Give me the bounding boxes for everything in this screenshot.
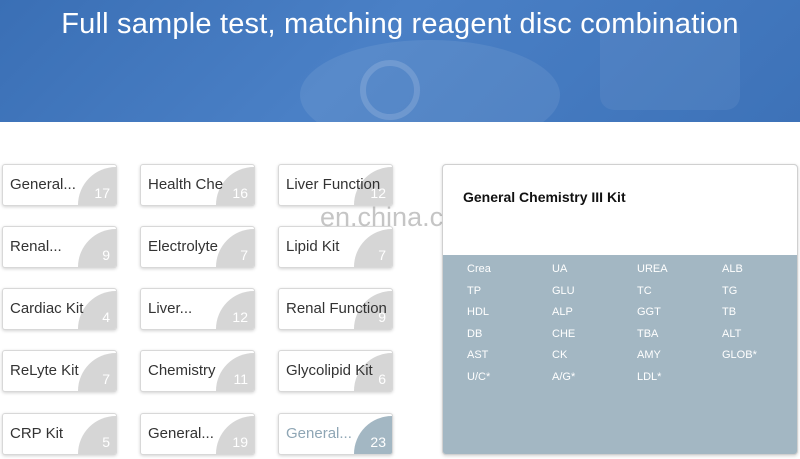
kit-card[interactable]: Liver Function 12 [278, 164, 393, 206]
test-item: AMY [637, 349, 661, 361]
kit-detail-header: General Chemistry III Kit [443, 165, 797, 255]
kit-detail-panel: General Chemistry III Kit Crea UA UREA ALB T… [442, 164, 798, 455]
test-item: GLOB* [722, 349, 757, 361]
kit-detail-title: General Chemistry III Kit [463, 189, 626, 205]
banner-decoration [300, 40, 560, 122]
test-item: TG [722, 284, 738, 297]
kit-card[interactable]: Renal... 9 [2, 226, 117, 268]
test-item: ALP [552, 306, 573, 318]
header-banner: Full sample test, matching reagent disc … [0, 0, 800, 122]
kit-card-count: 23 [370, 434, 386, 450]
kit-card-count: 7 [240, 247, 248, 263]
test-item: A/G* [552, 370, 576, 383]
test-item: Crea [467, 263, 491, 275]
test-item: UA [552, 263, 568, 275]
kit-card-count: 9 [102, 247, 110, 263]
test-item: LDL* [637, 370, 662, 383]
kit-card-count: 4 [102, 309, 110, 325]
kit-card[interactable]: General... 23 [278, 413, 393, 455]
test-item: AST [467, 349, 489, 361]
kit-card-count: 11 [233, 371, 248, 387]
test-item: HDL [467, 306, 490, 318]
kit-card-count: 12 [232, 309, 248, 325]
kit-card[interactable]: Cardiac Kit 4 [2, 288, 117, 330]
kit-card[interactable]: Health Che 16 [140, 164, 255, 206]
kit-card[interactable]: Electrolyte 7 [140, 226, 255, 268]
kit-card[interactable]: CRP Kit 5 [2, 413, 117, 455]
test-item: ALB [722, 263, 743, 275]
kit-card[interactable]: Liver... 12 [140, 288, 255, 330]
watermark: en.china.cn [320, 202, 459, 232]
test-item: UREA [637, 263, 668, 275]
test-item-grid: Crea UA UREA ALB TP GLU TC TG HDL ALP GGT TB DB CHE TB… [467, 263, 797, 392]
test-item: U/C* [467, 370, 491, 383]
kit-card[interactable]: General... 17 [2, 164, 117, 206]
test-item: TP [467, 284, 482, 297]
kit-card-count: 7 [378, 247, 386, 263]
kit-card[interactable]: Glycolipid Kit 6 [278, 350, 393, 392]
banner-decoration [360, 60, 420, 120]
test-item: GLU [552, 284, 575, 297]
test-item: CK [552, 349, 568, 361]
test-item: TB [722, 306, 737, 318]
test-item: TBA [637, 327, 659, 340]
kit-card[interactable]: ReLyte Kit 7 [2, 350, 117, 392]
kit-card-count: 16 [232, 185, 248, 201]
kit-card-count: 7 [102, 371, 110, 387]
kit-card[interactable]: Chemistry 11 [140, 350, 255, 392]
kit-card-count: 9 [378, 309, 386, 325]
kit-card-count: 17 [94, 185, 110, 201]
test-item: DB [467, 327, 483, 340]
page-title: Full sample test, matching reagent disc … [61, 8, 739, 40]
kit-card-count: 6 [378, 371, 386, 387]
test-item: ALT [722, 327, 742, 340]
test-item: CHE [552, 327, 576, 340]
kit-card-count: 12 [370, 185, 386, 201]
kit-card-count: 19 [232, 434, 248, 450]
test-item: GGT [637, 306, 661, 318]
test-item: TC [637, 284, 652, 297]
kit-card[interactable]: General... 19 [140, 413, 255, 455]
kit-card-count: 5 [102, 434, 110, 450]
kit-card[interactable]: Renal Function 9 [278, 288, 393, 330]
